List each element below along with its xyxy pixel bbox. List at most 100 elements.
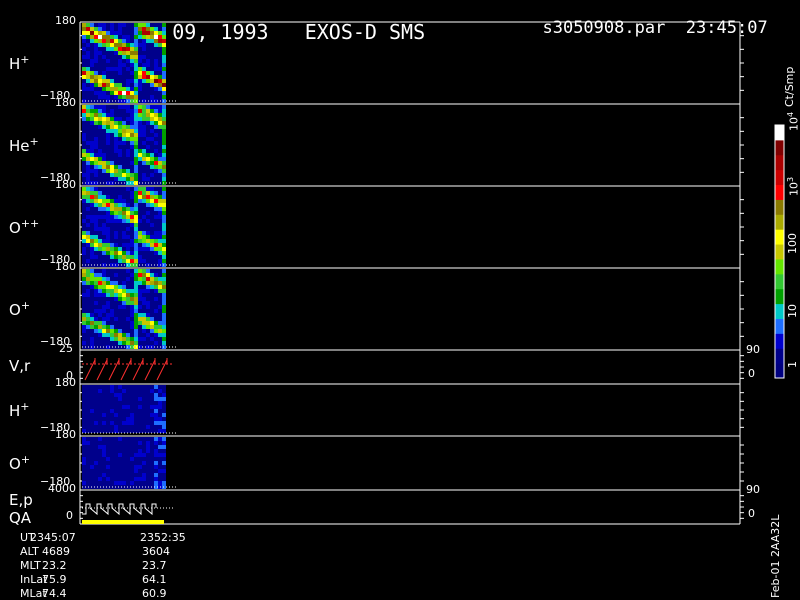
heatmap-cell: [150, 317, 154, 321]
heatmap-cell: [114, 39, 118, 43]
heatmap-cell: [114, 239, 118, 243]
heatmap-cell: [122, 199, 126, 203]
heatmap-cell: [146, 223, 150, 227]
heatmap-cell: [122, 333, 126, 337]
heatmap-cell: [126, 55, 130, 59]
heatmap-cell: [86, 157, 90, 161]
heatmap-cell: [142, 105, 146, 109]
heatmap-cell: [90, 313, 94, 317]
heatmap-cell: [158, 95, 162, 99]
heatmap-cell: [106, 39, 110, 43]
heatmap-cell: [82, 117, 86, 121]
heatmap-cell: [102, 293, 106, 297]
heatmap-cell: [98, 157, 102, 161]
heatmap-cell: [94, 305, 98, 309]
heatmap-cell: [150, 109, 154, 113]
heatmap-cell: [130, 59, 134, 63]
heatmap-cell: [102, 429, 106, 433]
heatmap-cell: [126, 255, 130, 259]
heatmap-cell: [86, 329, 90, 333]
heatmap-cell: [154, 441, 158, 445]
heatmap-cell: [122, 429, 126, 433]
heatmap-cell: [138, 231, 142, 235]
heatmap-cell: [114, 63, 118, 67]
heatmap-cell: [110, 341, 114, 345]
heatmap-cell: [98, 39, 102, 43]
heatmap-cell: [94, 141, 98, 145]
heatmap-cell: [90, 405, 94, 409]
colorbar-segment: [775, 318, 784, 334]
heatmap-cell: [134, 473, 138, 477]
heatmap-cell: [98, 449, 102, 453]
heatmap-cell: [98, 35, 102, 39]
heatmap-cell: [98, 429, 102, 433]
heatmap-cell: [98, 173, 102, 177]
heatmap-cell: [82, 207, 86, 211]
heatmap-cell: [158, 141, 162, 145]
heatmap-cell: [110, 453, 114, 457]
heatmap-cell: [114, 393, 118, 397]
heatmap-cell: [130, 461, 134, 465]
heatmap-cell: [86, 445, 90, 449]
heatmap-cell: [158, 215, 162, 219]
heatmap-cell: [110, 243, 114, 247]
heatmap-cell: [94, 39, 98, 43]
heatmap-cell: [90, 309, 94, 313]
heatmap-cell: [122, 31, 126, 35]
heatmap-cell: [162, 305, 166, 309]
heatmap-cell: [134, 413, 138, 417]
heatmap-cell: [122, 445, 126, 449]
heatmap-cell: [110, 329, 114, 333]
heatmap-cell: [134, 305, 138, 309]
heatmap-cell: [118, 153, 122, 157]
heatmap-cell: [90, 27, 94, 31]
heatmap-cell: [102, 441, 106, 445]
heatmap-cell: [90, 125, 94, 129]
heatmap-cell: [158, 133, 162, 137]
heatmap-cell: [106, 43, 110, 47]
heatmap-cell: [118, 117, 122, 121]
heatmap-cell: [114, 67, 118, 71]
heatmap-cell: [86, 269, 90, 273]
heatmap-cell: [102, 405, 106, 409]
heatmap-cell: [158, 333, 162, 337]
heatmap-cell: [134, 51, 138, 55]
heatmap-cell: [142, 317, 146, 321]
heatmap-cell: [86, 109, 90, 113]
heatmap-cell: [122, 173, 126, 177]
heatmap-cell: [146, 389, 150, 393]
panel-label-h_plus: H+: [9, 53, 30, 73]
heatmap-cell: [118, 317, 122, 321]
heatmap-cell: [126, 239, 130, 243]
heatmap-cell: [102, 393, 106, 397]
heatmap-cell: [134, 465, 138, 469]
heatmap-cell: [130, 465, 134, 469]
heatmap-cell: [106, 449, 110, 453]
heatmap-cell: [138, 301, 142, 305]
heatmap-cell: [142, 227, 146, 231]
heatmap-cell: [106, 397, 110, 401]
heatmap-cell: [130, 83, 134, 87]
heatmap-cell: [142, 133, 146, 137]
heatmap-cell: [102, 47, 106, 51]
heatmap-cell: [82, 449, 86, 453]
heatmap-cell: [150, 385, 154, 389]
heatmap-cell: [130, 337, 134, 341]
heatmap-cell: [114, 79, 118, 83]
heatmap-cell: [110, 417, 114, 421]
heatmap-cell: [134, 393, 138, 397]
heatmap-cell: [122, 385, 126, 389]
heatmap-cell: [138, 125, 142, 129]
heatmap-cell: [90, 255, 94, 259]
heatmap-cell: [154, 43, 158, 47]
heatmap-cell: [154, 389, 158, 393]
heatmap-cell: [90, 117, 94, 121]
heatmap-cell: [146, 31, 150, 35]
heatmap-cell: [106, 329, 110, 333]
heatmap-cell: [146, 51, 150, 55]
heatmap-cell: [138, 153, 142, 157]
heatmap-cell: [162, 79, 166, 83]
heatmap-cell: [86, 239, 90, 243]
heatmap-cell: [114, 329, 118, 333]
heatmap-cell: [138, 429, 142, 433]
